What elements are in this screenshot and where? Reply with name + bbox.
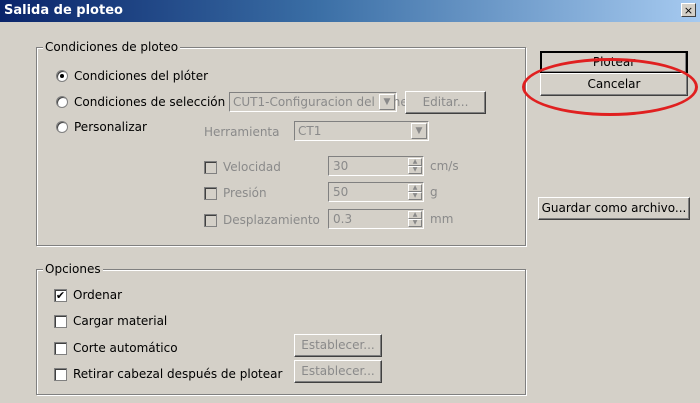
spin-down-icon[interactable]: ▼ (408, 166, 422, 174)
set-retract-head-button[interactable]: Establecer... (294, 360, 382, 383)
offset-input[interactable]: 0.3 ▲ ▼ (328, 209, 424, 229)
close-button[interactable]: × (681, 3, 696, 17)
load-material-checkbox[interactable] (54, 314, 67, 328)
offset-label: Desplazamiento (223, 213, 320, 227)
edit-button[interactable]: Editar... (405, 91, 486, 114)
tool-combo-value: CT1 (298, 124, 322, 138)
retract-head-row[interactable]: Retirar cabezal después de plotear (54, 367, 282, 381)
offset-checkbox[interactable] (204, 213, 217, 227)
dialog-body: Condiciones de ploteo Condiciones del pl… (0, 22, 700, 403)
chevron-down-icon[interactable]: ▼ (379, 94, 395, 110)
offset-value: 0.3 (333, 212, 353, 226)
plot-button[interactable]: Plotear (540, 51, 688, 74)
auto-cut-label: Corte automático (73, 341, 178, 355)
speed-input[interactable]: 30 ▲ ▼ (328, 156, 424, 176)
speed-value: 30 (333, 159, 349, 173)
chevron-down-icon[interactable]: ▼ (411, 123, 427, 139)
radio-plotter-conditions[interactable]: Condiciones del plóter (56, 69, 208, 83)
pressure-value: 50 (333, 185, 349, 199)
radio-selection-conditions[interactable]: Condiciones de selección (56, 95, 225, 109)
spin-up-icon[interactable]: ▲ (408, 211, 422, 219)
radio-plotter-label: Condiciones del plóter (74, 69, 209, 83)
pressure-checkbox[interactable] (204, 186, 217, 200)
spin-up-icon[interactable]: ▲ (408, 158, 422, 166)
retract-head-label: Retirar cabezal después de plotear (73, 367, 283, 381)
pressure-checkbox-row[interactable]: Presión (204, 186, 267, 200)
save-as-file-button[interactable]: Guardar como archivo... (538, 197, 690, 220)
radio-custom-label: Personalizar (74, 120, 147, 134)
set-auto-cut-button[interactable]: Establecer... (294, 334, 382, 357)
options-legend: Opciones (43, 262, 103, 276)
sort-checkbox[interactable]: ✔ (54, 288, 67, 302)
radio-custom[interactable]: Personalizar (56, 120, 147, 134)
tool-label: Herramienta (204, 125, 280, 139)
sort-checkbox-row[interactable]: ✔ Ordenar (54, 288, 122, 302)
pressure-input[interactable]: 50 ▲ ▼ (328, 182, 424, 202)
spin-down-icon[interactable]: ▼ (408, 219, 422, 227)
auto-cut-checkbox[interactable] (54, 341, 67, 355)
retract-head-checkbox[interactable] (54, 367, 67, 381)
plot-conditions-legend: Condiciones de ploteo (43, 40, 181, 54)
title-bar: Salida de ploteo × (0, 0, 700, 22)
sort-label: Ordenar (73, 288, 123, 302)
load-material-row[interactable]: Cargar material (54, 314, 167, 328)
pressure-label: Presión (223, 186, 267, 200)
auto-cut-row[interactable]: Corte automático (54, 341, 178, 355)
radio-plotter-indicator[interactable] (56, 70, 68, 82)
window-title: Salida de ploteo (4, 3, 123, 18)
radio-selection-label: Condiciones de selección (74, 95, 226, 109)
spin-down-icon[interactable]: ▼ (408, 192, 422, 200)
speed-checkbox[interactable] (204, 160, 217, 174)
cancel-button[interactable]: Cancelar (540, 73, 688, 96)
spin-up-icon[interactable]: ▲ (408, 184, 422, 192)
tool-combo[interactable]: CT1 ▼ (294, 121, 429, 141)
speed-label: Velocidad (223, 160, 281, 174)
load-material-label: Cargar material (73, 314, 168, 328)
radio-custom-indicator[interactable] (56, 121, 68, 133)
offset-checkbox-row[interactable]: Desplazamiento (204, 213, 320, 227)
pressure-unit: g (430, 185, 438, 199)
offset-unit: mm (430, 212, 454, 226)
speed-checkbox-row[interactable]: Velocidad (204, 160, 281, 174)
speed-unit: cm/s (430, 159, 459, 173)
selection-combo[interactable]: CUT1-Configuracion del Pane ▼ (229, 92, 408, 112)
radio-selection-indicator[interactable] (56, 96, 68, 108)
